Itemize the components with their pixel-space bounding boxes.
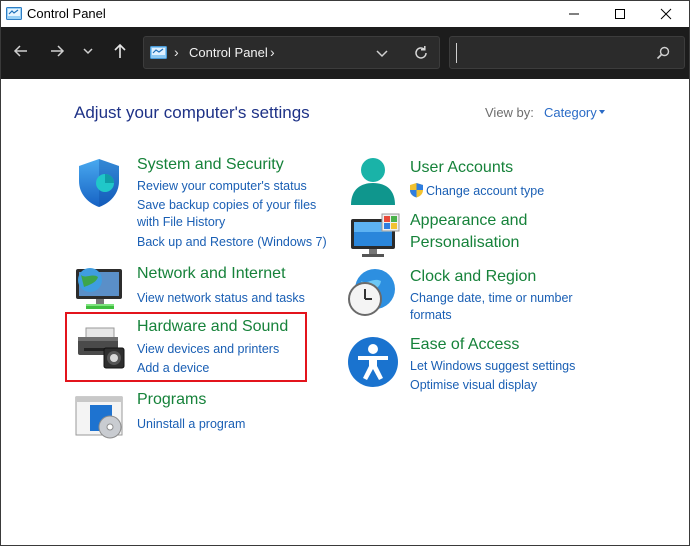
category-programs[interactable]: Programs — [137, 391, 206, 409]
refresh-icon[interactable] — [412, 44, 430, 62]
link-file-history[interactable]: with File History — [137, 215, 225, 229]
search-icon[interactable] — [656, 46, 670, 60]
highlight-box — [65, 312, 307, 382]
category-network-and-internet[interactable]: Network and Internet — [137, 265, 286, 283]
view-by-label: View by: — [485, 105, 534, 120]
recent-locations-button[interactable] — [75, 40, 101, 66]
accessibility-icon[interactable] — [347, 336, 399, 393]
shield-icon[interactable] — [75, 157, 123, 214]
minimize-icon — [568, 8, 580, 20]
minimize-button[interactable] — [551, 1, 597, 27]
programs-disc-icon[interactable] — [74, 395, 126, 446]
control-panel-icon — [150, 46, 167, 59]
category-clock-and-region[interactable]: Clock and Region — [410, 268, 536, 286]
address-bar[interactable]: › Control Panel › — [143, 36, 440, 69]
search-input[interactable] — [456, 43, 647, 63]
back-button[interactable] — [8, 40, 34, 66]
up-button[interactable] — [107, 40, 133, 66]
chevron-down-icon[interactable] — [374, 45, 390, 61]
network-globe-icon[interactable] — [74, 263, 126, 316]
clock-globe-icon[interactable] — [347, 267, 399, 324]
chevron-down-icon — [82, 44, 94, 62]
user-icon[interactable] — [348, 157, 398, 212]
category-system-and-security[interactable]: System and Security — [137, 156, 284, 174]
close-button[interactable] — [643, 1, 689, 27]
forward-button[interactable] — [44, 40, 70, 66]
link-review-status[interactable]: Review your computer's status — [137, 179, 307, 193]
monitor-palette-icon[interactable] — [349, 213, 401, 264]
link-save-backup[interactable]: Save backup copies of your files — [137, 198, 316, 212]
maximize-button[interactable] — [597, 1, 643, 27]
category-appearance-line2[interactable]: Personalisation — [410, 234, 519, 252]
control-panel-window: Control Panel › Control Panel › Adjust y… — [0, 0, 690, 546]
navigation-bar: › Control Panel › — [1, 27, 689, 79]
window-title: Control Panel — [27, 6, 106, 21]
uac-shield-icon — [409, 182, 424, 203]
link-network-status[interactable]: View network status and tasks — [137, 291, 305, 305]
title-bar: Control Panel — [1, 1, 689, 27]
close-icon — [660, 8, 672, 20]
breadcrumb-control-panel[interactable]: Control Panel — [189, 45, 268, 60]
breadcrumb-separator: › — [174, 44, 179, 60]
arrow-up-icon — [112, 43, 128, 64]
maximize-icon — [614, 8, 626, 20]
category-user-accounts[interactable]: User Accounts — [410, 159, 513, 177]
link-formats[interactable]: formats — [410, 308, 452, 322]
arrow-right-icon — [49, 43, 65, 64]
category-ease-of-access[interactable]: Ease of Access — [410, 336, 519, 354]
search-box[interactable] — [449, 36, 685, 69]
link-uninstall-program[interactable]: Uninstall a program — [137, 417, 245, 431]
link-windows-suggest-settings[interactable]: Let Windows suggest settings — [410, 359, 575, 373]
breadcrumb-separator[interactable]: › — [270, 44, 275, 60]
category-appearance-line1[interactable]: Appearance and — [410, 212, 527, 230]
link-backup-restore[interactable]: Back up and Restore (Windows 7) — [137, 235, 327, 249]
link-optimise-visual-display[interactable]: Optimise visual display — [410, 378, 537, 392]
link-change-account-type[interactable]: Change account type — [426, 184, 544, 198]
link-change-date-time[interactable]: Change date, time or number — [410, 291, 573, 305]
arrow-left-icon — [13, 43, 29, 64]
page-heading: Adjust your computer's settings — [74, 103, 310, 122]
view-by-dropdown[interactable]: Category — [544, 105, 597, 120]
caret-down-icon[interactable] — [599, 110, 605, 114]
control-panel-icon — [6, 7, 22, 20]
